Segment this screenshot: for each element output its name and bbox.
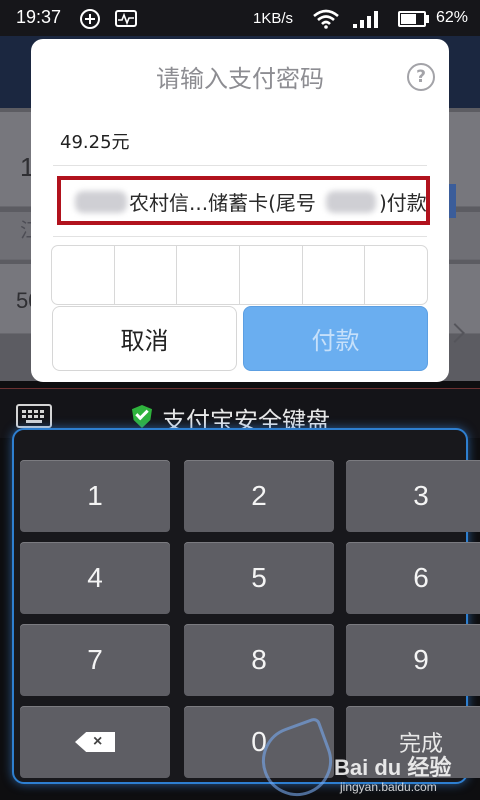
key-2[interactable]: 2 (184, 460, 334, 532)
key-6[interactable]: 6 (346, 542, 480, 614)
baidu-jingyan-watermark: Bai du 经验 jingyan.baidu.com (252, 716, 480, 800)
payment-amount: 49.25元 (60, 132, 130, 153)
payment-method-suffix: )付款 (379, 191, 427, 215)
redacted-bank-name (75, 191, 127, 213)
password-digit-cell (365, 246, 427, 304)
dialog-title: 请输入支付密码 (156, 65, 324, 93)
backspace-icon: × (75, 732, 115, 752)
key-5[interactable]: 5 (184, 542, 334, 614)
battery-level-fill (401, 14, 416, 24)
password-digit-cell (52, 246, 115, 304)
backspace-key[interactable]: × (20, 706, 170, 778)
key-7[interactable]: 7 (20, 624, 170, 696)
payment-method-selector[interactable]: 农村信...储蓄卡(尾号 )付款 (57, 176, 430, 225)
password-digit-cell (303, 246, 366, 304)
help-icon[interactable]: ? (407, 63, 435, 91)
watermark-url: jingyan.baidu.com (340, 780, 437, 794)
battery-percent: 62% (436, 9, 469, 26)
status-bar: 19:37 1KB/s 62% (0, 0, 480, 36)
password-digit-cell (177, 246, 241, 304)
pay-button[interactable]: 付款 (243, 306, 428, 371)
signal-icon (352, 9, 382, 33)
watermark-logo-text: Bai du 经验 (334, 755, 452, 780)
key-4[interactable]: 4 (20, 542, 170, 614)
activity-monitor-icon (115, 10, 137, 27)
password-input[interactable] (51, 245, 428, 305)
cancel-button[interactable]: 取消 (52, 306, 237, 371)
battery-tip (426, 15, 429, 23)
key-3[interactable]: 3 (346, 460, 480, 532)
payment-method-text: 农村信...储蓄卡(尾号 (129, 191, 316, 215)
network-speed: 1KB/s (253, 10, 294, 27)
status-time: 19:37 (16, 7, 62, 27)
redacted-card-number (326, 191, 376, 213)
divider (53, 165, 427, 166)
password-digit-cell (115, 246, 178, 304)
add-icon (80, 9, 100, 29)
password-digit-cell (240, 246, 303, 304)
key-8[interactable]: 8 (184, 624, 334, 696)
keyboard-icon[interactable] (16, 404, 52, 428)
key-9[interactable]: 9 (346, 624, 480, 696)
wifi-icon (312, 9, 340, 33)
wing-logo-icon (252, 716, 342, 800)
battery-icon (398, 11, 426, 27)
payment-password-dialog: 请输入支付密码 ? 49.25元 农村信...储蓄卡(尾号 )付款 取消 付款 (31, 39, 449, 382)
key-1[interactable]: 1 (20, 460, 170, 532)
divider (53, 236, 427, 237)
